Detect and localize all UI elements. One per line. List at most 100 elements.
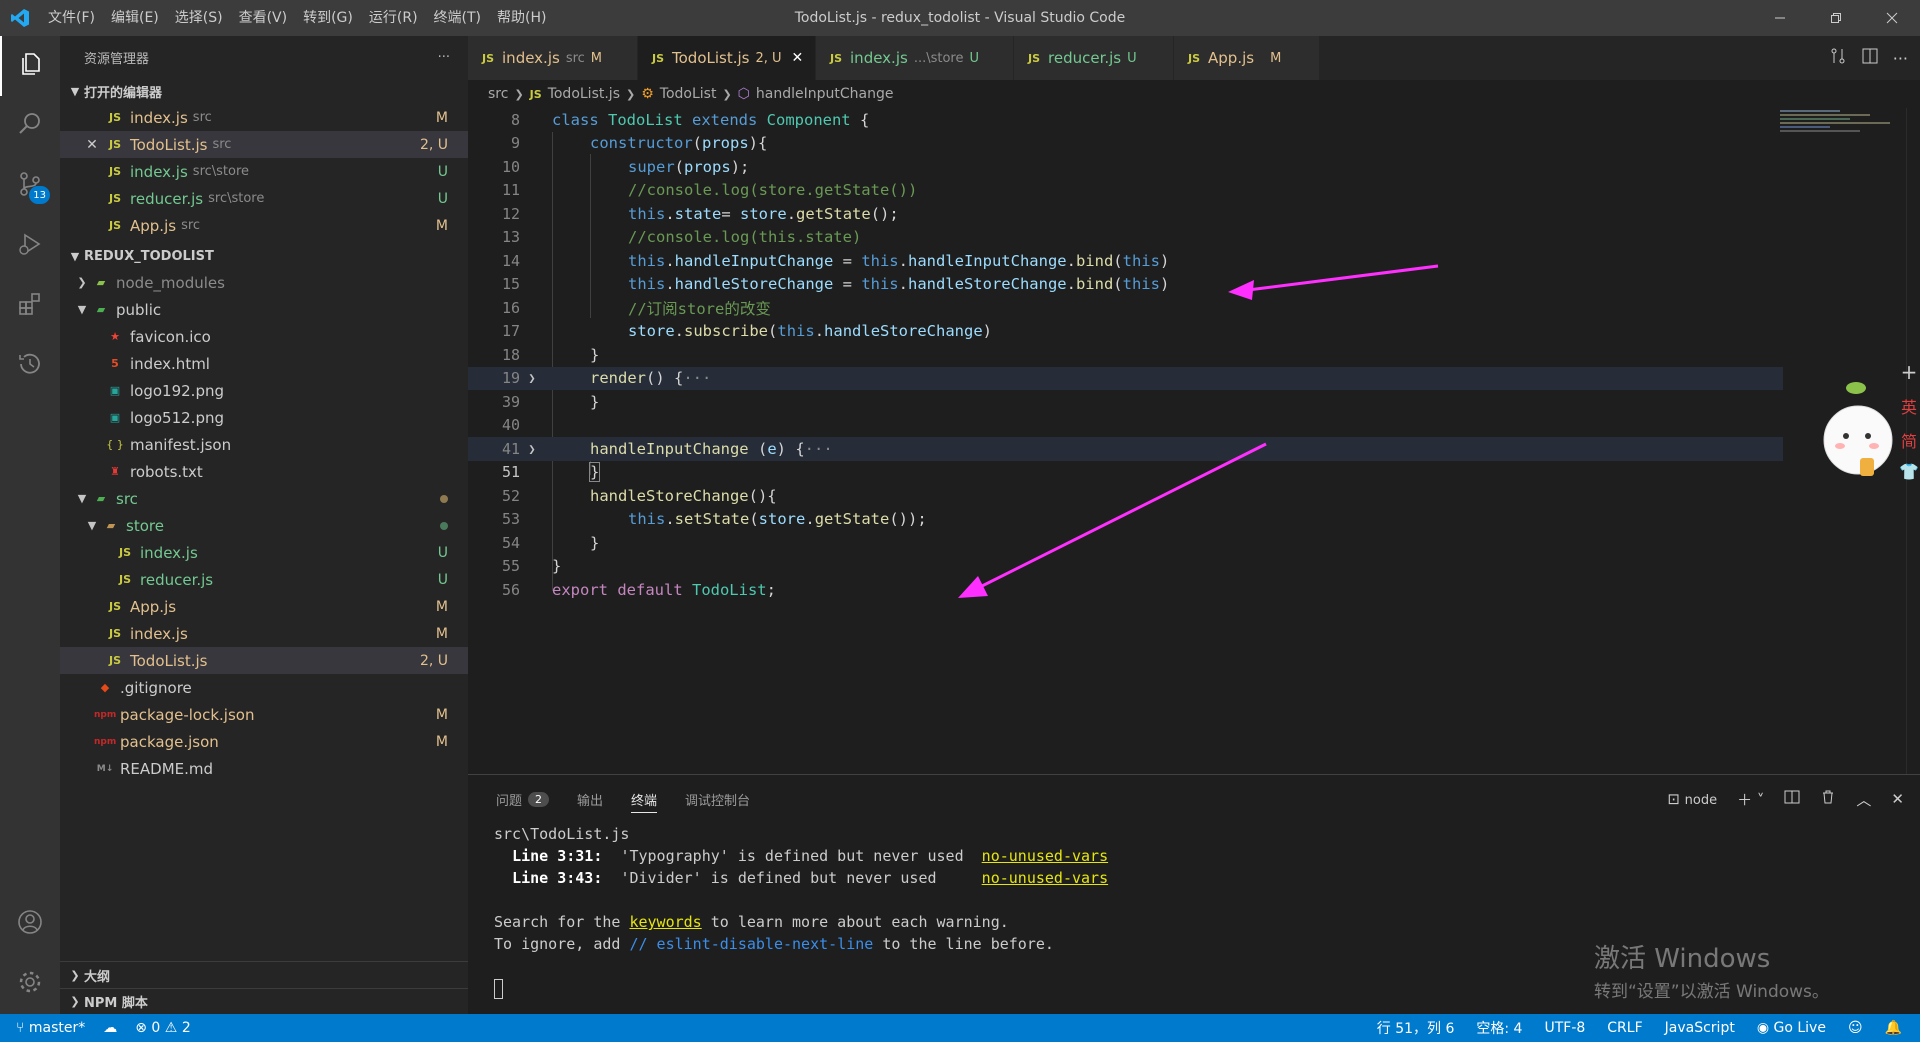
tab-store-index-js[interactable]: JS index.js ...\store U: [816, 36, 1014, 80]
menu-view[interactable]: 查看(V): [231, 0, 296, 36]
shirt-icon[interactable]: 👕: [1899, 462, 1919, 481]
more-actions-icon[interactable]: ···: [1893, 49, 1908, 68]
manage-activity[interactable]: [0, 954, 60, 1014]
chevron-right-icon[interactable]: ❯: [520, 371, 544, 385]
keywords-link[interactable]: keywords: [629, 913, 701, 931]
encoding[interactable]: UTF-8: [1544, 1020, 1585, 1036]
cursor-position[interactable]: 行 51，列 6: [1377, 1018, 1455, 1038]
split-editor-icon[interactable]: [1861, 47, 1879, 69]
go-live-button[interactable]: ◉ Go Live: [1757, 1020, 1826, 1036]
indentation[interactable]: 空格: 4: [1476, 1018, 1522, 1038]
timeline-activity[interactable]: [0, 336, 60, 396]
tree-file[interactable]: JS TodoList.js 2, U: [60, 647, 468, 674]
rule-link[interactable]: no-unused-vars: [982, 847, 1108, 865]
desktop-pet-mascot[interactable]: [1820, 370, 1896, 490]
tree-file[interactable]: ▣ logo512.png: [60, 404, 468, 431]
menu-file[interactable]: 文件(F): [40, 0, 103, 36]
ime-mode-english[interactable]: 英: [1901, 394, 1917, 418]
new-terminal-button[interactable]: ＋ ˅: [1737, 789, 1764, 810]
close-icon[interactable]: ✕: [80, 137, 104, 153]
project-section[interactable]: ▼ REDUX_TODOLIST: [60, 243, 468, 269]
npm-scripts-section[interactable]: ❯ NPM 脚本: [60, 988, 468, 1014]
menu-run[interactable]: 运行(R): [361, 0, 426, 36]
ime-mode-simplified[interactable]: 简: [1901, 428, 1917, 452]
tab-reducer-js[interactable]: JS reducer.js U: [1014, 36, 1174, 80]
menu-selection[interactable]: 选择(S): [167, 0, 231, 36]
open-editor-item[interactable]: JS App.js src M: [60, 212, 468, 239]
tree-file[interactable]: 5 index.html: [60, 350, 468, 377]
search-activity[interactable]: [0, 96, 60, 156]
tab-output[interactable]: 输出: [577, 775, 603, 823]
scm-badge: 13: [29, 186, 50, 204]
close-window-button[interactable]: [1864, 0, 1920, 36]
close-tab-button[interactable]: ✕: [792, 50, 804, 66]
tree-label: package-lock.json: [120, 705, 255, 724]
open-editors-section[interactable]: ▼ 打开的编辑器: [60, 78, 468, 104]
minimize-button[interactable]: [1752, 0, 1808, 36]
extensions-activity[interactable]: [0, 276, 60, 336]
branch-indicator[interactable]: ⑂ master*: [16, 1020, 85, 1036]
chevron-right-icon[interactable]: ❯: [520, 442, 544, 456]
rule-link[interactable]: no-unused-vars: [982, 869, 1108, 887]
tree-folder[interactable]: ▼ ▰ store: [60, 512, 468, 539]
breadcrumb-item[interactable]: TodoList: [660, 86, 717, 102]
tree-file[interactable]: JS App.js M: [60, 593, 468, 620]
tree-file[interactable]: npm package-lock.json M: [60, 701, 468, 728]
breadcrumb-item[interactable]: handleInputChange: [756, 86, 894, 102]
source-control-activity[interactable]: 13: [0, 156, 60, 216]
tree-file[interactable]: ▣ logo192.png: [60, 377, 468, 404]
tree-file[interactable]: ♜ robots.txt: [60, 458, 468, 485]
tree-folder[interactable]: ▼ ▰ src: [60, 485, 468, 512]
tab-app-js[interactable]: JS App.js M: [1174, 36, 1320, 80]
tab-index-js[interactable]: JS index.js src M: [468, 36, 638, 80]
problems-indicator[interactable]: ⊗ 0 ⚠ 2: [135, 1020, 191, 1036]
search-icon: [16, 110, 44, 142]
tree-file[interactable]: { } manifest.json: [60, 431, 468, 458]
more-actions-button[interactable]: ···: [438, 50, 450, 65]
tree-file[interactable]: JS index.js U: [60, 539, 468, 566]
chevron-up-icon[interactable]: ︿: [1856, 789, 1871, 810]
minimap[interactable]: [1780, 108, 1900, 168]
menu-help[interactable]: 帮助(H): [489, 0, 554, 36]
breadcrumb-item[interactable]: src: [488, 86, 508, 102]
restore-button[interactable]: [1808, 0, 1864, 36]
tree-folder[interactable]: ▼ ▰ public: [60, 296, 468, 323]
explorer-activity[interactable]: [0, 36, 60, 96]
menu-terminal[interactable]: 终端(T): [426, 0, 489, 36]
sync-icon[interactable]: ☁: [103, 1020, 117, 1036]
ime-toolbar[interactable]: + 英 简 👕: [1898, 360, 1920, 490]
end-of-line[interactable]: CRLF: [1607, 1020, 1642, 1036]
tab-terminal[interactable]: 终端: [631, 775, 658, 823]
terminal-line: src\TodoList.js: [494, 825, 630, 843]
notifications-bell-icon[interactable]: 🔔: [1885, 1020, 1902, 1036]
tree-file[interactable]: JS index.js M: [60, 620, 468, 647]
outline-section[interactable]: ❯ 大纲: [60, 962, 468, 988]
close-panel-icon[interactable]: ✕: [1891, 790, 1904, 808]
language-mode[interactable]: JavaScript: [1665, 1020, 1735, 1036]
trash-icon[interactable]: [1820, 789, 1836, 809]
tab-debug-console[interactable]: 调试控制台: [685, 775, 750, 823]
tree-file[interactable]: M↓ README.md: [60, 755, 468, 782]
open-editor-item[interactable]: ✕ JS TodoList.js src 2, U: [60, 131, 468, 158]
tree-file[interactable]: ★ favicon.ico: [60, 323, 468, 350]
accounts-activity[interactable]: [0, 894, 60, 954]
code-editor[interactable]: 8 class TodoList extends Component { 9 c…: [468, 108, 1920, 774]
open-editor-item[interactable]: JS index.js src\store U: [60, 158, 468, 185]
plus-icon[interactable]: +: [1901, 360, 1918, 384]
open-editor-item[interactable]: JS reducer.js src\store U: [60, 185, 468, 212]
tree-file[interactable]: JS reducer.js U: [60, 566, 468, 593]
menu-edit[interactable]: 编辑(E): [103, 0, 167, 36]
menu-go[interactable]: 转到(G): [295, 0, 361, 36]
run-debug-activity[interactable]: [0, 216, 60, 276]
tree-file[interactable]: ◆ .gitignore: [60, 674, 468, 701]
compare-changes-icon[interactable]: [1829, 47, 1847, 69]
terminal-selector[interactable]: ⊡ node: [1667, 790, 1717, 808]
open-editor-item[interactable]: JS index.js src M: [60, 104, 468, 131]
split-terminal-icon[interactable]: [1784, 789, 1800, 809]
tab-todolist-js[interactable]: JS TodoList.js 2, U ✕: [638, 36, 816, 80]
tree-file[interactable]: npm package.json M: [60, 728, 468, 755]
feedback-icon[interactable]: ☺: [1848, 1020, 1863, 1036]
tab-problems[interactable]: 问题 2: [496, 775, 550, 823]
tree-folder[interactable]: ❯ ▰ node_modules: [60, 269, 468, 296]
breadcrumb-item[interactable]: TodoList.js: [548, 86, 620, 102]
